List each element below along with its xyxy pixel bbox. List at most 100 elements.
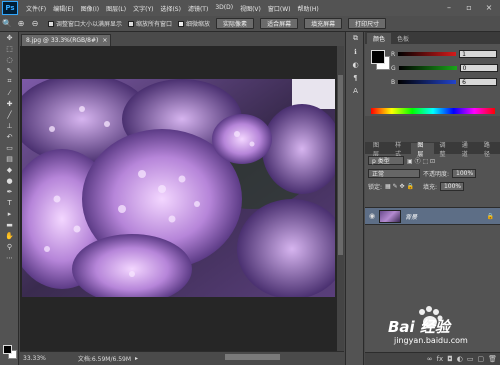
blur-tool-icon[interactable]: ◆ bbox=[0, 164, 19, 175]
menu-filter[interactable]: 滤镜(T) bbox=[188, 4, 208, 13]
menu-layer[interactable]: 图层(L) bbox=[106, 4, 126, 13]
fill-field[interactable]: 100% bbox=[439, 182, 464, 191]
menu-view[interactable]: 视图(V) bbox=[240, 4, 261, 13]
menu-window[interactable]: 窗口(W) bbox=[268, 4, 291, 13]
tab-swatches[interactable]: 色板 bbox=[391, 33, 415, 44]
menu-edit[interactable]: 编辑(E) bbox=[53, 4, 73, 13]
pen-tool-icon[interactable]: ✒ bbox=[0, 186, 19, 197]
color-spectrum[interactable] bbox=[371, 108, 495, 114]
blend-mode-select[interactable]: 正常 bbox=[368, 169, 420, 178]
resize-windows-checkbox[interactable]: 调整窗口大小以满屏显示 bbox=[48, 19, 122, 28]
type-tool-icon[interactable]: T bbox=[0, 197, 19, 208]
opacity-field[interactable]: 100% bbox=[452, 169, 477, 178]
adjustment-layer-icon[interactable]: ◐ bbox=[457, 355, 463, 363]
zoom-all-checkbox[interactable]: 缩放所有窗口 bbox=[128, 19, 172, 28]
print-size-button[interactable]: 打印尺寸 bbox=[348, 18, 387, 29]
baidu-watermark: Bai 经验 jingyan.baidu.com bbox=[380, 300, 500, 355]
restore-icon[interactable]: ▫ bbox=[462, 2, 476, 13]
fill-screen-button[interactable]: 填充屏幕 bbox=[304, 18, 343, 29]
menu-type[interactable]: 文字(Y) bbox=[133, 4, 153, 13]
filter-icons[interactable]: ▣ Ⓣ ⬚ ⊡ bbox=[407, 156, 435, 165]
new-layer-icon[interactable]: ▢ bbox=[477, 355, 484, 363]
lock-icons[interactable]: ▦ ✎ ✥ 🔒 bbox=[385, 183, 414, 190]
properties-panel-icon[interactable]: ℹ bbox=[346, 45, 365, 58]
quick-select-tool-icon[interactable]: ✎ bbox=[0, 65, 19, 76]
green-value[interactable]: 0 bbox=[459, 64, 498, 72]
layer-thumbnail bbox=[379, 209, 402, 223]
menu-image[interactable]: 图像(I) bbox=[81, 4, 99, 13]
character-panel-icon[interactable]: A bbox=[346, 84, 365, 97]
menu-file[interactable]: 文件(F) bbox=[26, 4, 46, 13]
more-tools-icon[interactable]: ⋯ bbox=[0, 252, 19, 263]
fill-label: 填充: bbox=[422, 184, 437, 191]
zoom-out-icon[interactable]: ⊖ bbox=[28, 18, 42, 30]
red-value[interactable]: 1 bbox=[459, 50, 498, 58]
history-brush-tool-icon[interactable]: ↶ bbox=[0, 131, 19, 142]
blue-value[interactable]: 6 bbox=[459, 78, 498, 86]
tab-styles[interactable]: 样式 bbox=[389, 142, 411, 158]
stamp-tool-icon[interactable]: ⊥ bbox=[0, 120, 19, 131]
shape-tool-icon[interactable]: ▬ bbox=[0, 219, 19, 230]
actual-pixels-button[interactable]: 实际像素 bbox=[216, 18, 255, 29]
delete-layer-icon[interactable]: 🗑 bbox=[488, 355, 497, 363]
history-panel-icon[interactable]: ⧉ bbox=[346, 32, 365, 45]
status-menu-arrow[interactable]: ▸ bbox=[135, 355, 138, 362]
document-tab[interactable]: 8.jpg @ 33.3%(RGB/8#) × bbox=[21, 34, 111, 46]
tab-layers-a[interactable]: 图层 bbox=[367, 142, 389, 158]
hand-tool-icon[interactable]: ✋ bbox=[0, 230, 19, 241]
blue-slider[interactable] bbox=[398, 80, 457, 84]
link-layers-icon[interactable]: ∞ bbox=[427, 355, 433, 363]
panel-icon-strip: ⧉ ℹ ◐ ¶ A bbox=[345, 32, 364, 365]
fit-screen-button[interactable]: 适合屏幕 bbox=[260, 18, 299, 29]
healing-tool-icon[interactable]: ✚ bbox=[0, 98, 19, 109]
image-canvas[interactable] bbox=[22, 79, 335, 297]
layer-kind-select[interactable]: p 类型 bbox=[368, 156, 404, 165]
gradient-tool-icon[interactable]: ▤ bbox=[0, 153, 19, 164]
close-tab-icon[interactable]: × bbox=[102, 37, 107, 44]
lasso-tool-icon[interactable]: ◌ bbox=[0, 54, 19, 65]
brush-tool-icon[interactable]: ╱ bbox=[0, 109, 19, 120]
menu-select[interactable]: 选择(S) bbox=[160, 4, 181, 13]
zoom-tool-icon[interactable]: ⚲ bbox=[0, 241, 19, 252]
minimize-icon[interactable]: – bbox=[442, 2, 456, 13]
blue-row: B 6 bbox=[391, 78, 498, 86]
foreground-color-chip[interactable] bbox=[371, 50, 385, 64]
green-slider[interactable] bbox=[398, 66, 457, 70]
zoom-level[interactable]: 33.33% bbox=[23, 355, 46, 362]
zoom-in-icon[interactable]: ⊕ bbox=[14, 18, 28, 30]
fx-icon[interactable]: fx bbox=[437, 355, 444, 363]
blend-row: 正常 不透明度: 100% bbox=[365, 167, 500, 180]
paragraph-panel-icon[interactable]: ¶ bbox=[346, 71, 365, 84]
tab-paths[interactable]: 路径 bbox=[478, 142, 500, 158]
vertical-scroll-thumb[interactable] bbox=[338, 75, 343, 255]
layer-background[interactable]: ◉ 背景 🔒 bbox=[365, 207, 500, 225]
lock-label: 锁定: bbox=[368, 184, 383, 191]
tab-color[interactable]: 颜色 bbox=[367, 33, 392, 44]
dodge-tool-icon[interactable]: ● bbox=[0, 175, 19, 186]
eraser-tool-icon[interactable]: ▭ bbox=[0, 142, 19, 153]
mask-icon[interactable]: ◘ bbox=[447, 355, 453, 363]
tab-adjust[interactable]: 调整 bbox=[434, 142, 456, 158]
adjustments-panel-icon[interactable]: ◐ bbox=[346, 58, 365, 71]
eyedropper-tool-icon[interactable]: ⁄ bbox=[0, 87, 19, 98]
zoom-tool-icon[interactable]: 🔍 bbox=[0, 18, 14, 30]
menu-3d[interactable]: 3D(D) bbox=[215, 4, 233, 13]
visibility-eye-icon[interactable]: ◉ bbox=[369, 212, 375, 220]
tab-layers[interactable]: 图层 bbox=[411, 142, 434, 158]
group-icon[interactable]: ▭ bbox=[467, 355, 474, 363]
marquee-tool-icon[interactable]: ⬚ bbox=[0, 43, 19, 54]
green-row: G 0 bbox=[391, 64, 498, 72]
scrubby-zoom-checkbox[interactable]: 细微缩放 bbox=[178, 19, 210, 28]
foreground-color-swatch[interactable] bbox=[3, 345, 12, 354]
watermark-brand: Bai 经验 bbox=[388, 318, 450, 336]
red-slider[interactable] bbox=[398, 52, 457, 56]
horizontal-scroll-thumb[interactable] bbox=[225, 354, 280, 360]
move-tool-icon[interactable]: ✥ bbox=[0, 32, 19, 43]
close-icon[interactable]: × bbox=[482, 2, 496, 13]
crop-tool-icon[interactable]: ⌗ bbox=[0, 76, 19, 87]
layer-name[interactable]: 背景 bbox=[405, 212, 417, 221]
tools-panel: ✥ ⬚ ◌ ✎ ⌗ ⁄ ✚ ╱ ⊥ ↶ ▭ ▤ ◆ ● ✒ T ▸ ▬ ✋ ⚲ … bbox=[0, 32, 19, 365]
menu-help[interactable]: 帮助(H) bbox=[298, 4, 319, 13]
tab-channels[interactable]: 通道 bbox=[456, 142, 478, 158]
path-select-tool-icon[interactable]: ▸ bbox=[0, 208, 19, 219]
